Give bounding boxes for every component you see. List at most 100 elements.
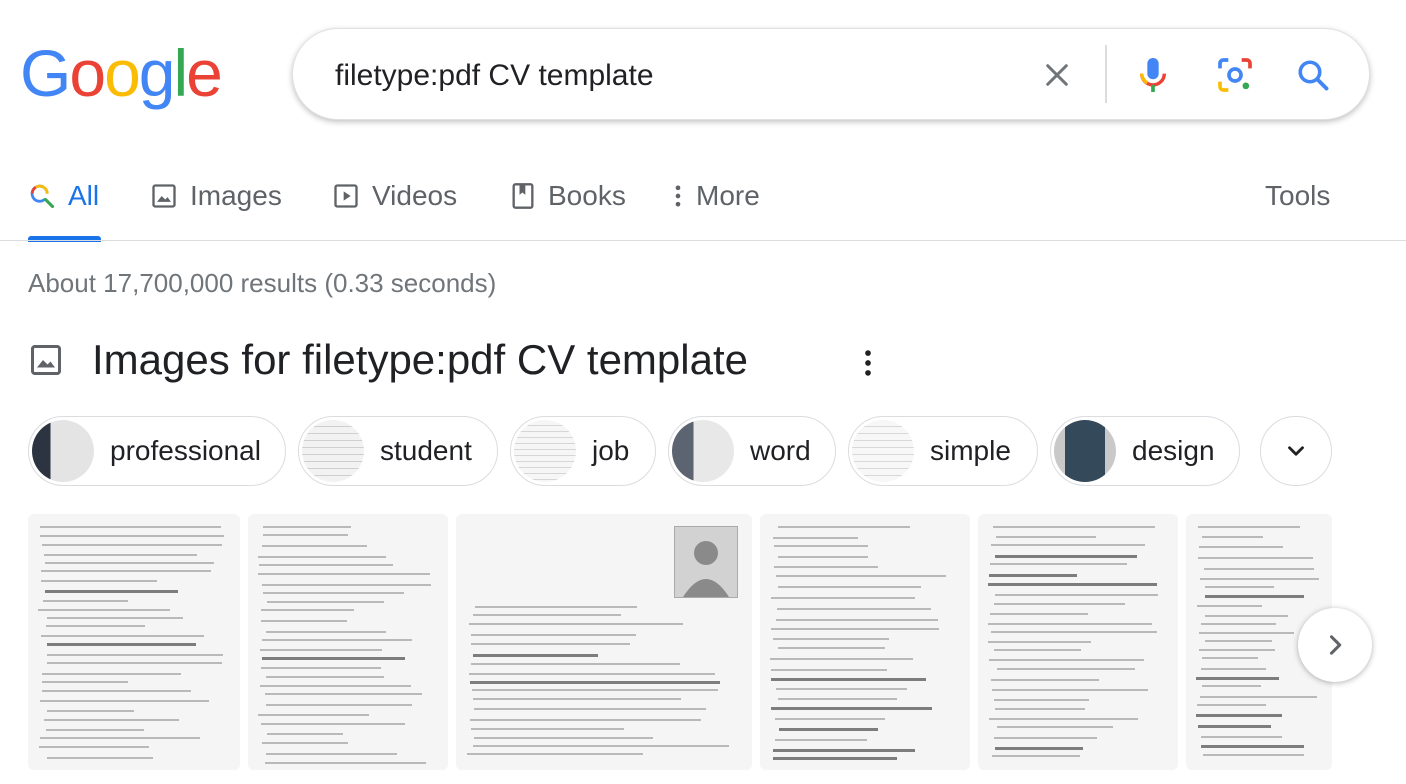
document-text-line xyxy=(467,753,643,755)
tab-videos[interactable]: Videos xyxy=(332,172,457,220)
document-text-line xyxy=(471,663,680,665)
image-result[interactable] xyxy=(978,514,1178,770)
document-text-line xyxy=(261,723,405,725)
active-tab-indicator xyxy=(28,236,101,242)
document-text-line xyxy=(267,601,384,603)
document-text-line xyxy=(38,609,170,611)
document-text-line xyxy=(262,657,405,660)
tab-all[interactable]: All xyxy=(28,172,99,220)
document-text-line xyxy=(778,526,910,528)
document-text-line xyxy=(988,641,1091,643)
document-text-line xyxy=(263,592,404,594)
document-text-line xyxy=(773,757,897,760)
document-text-line xyxy=(266,753,397,755)
images-section-menu-button[interactable] xyxy=(856,346,880,380)
document-text-line xyxy=(992,755,1080,757)
search-input[interactable] xyxy=(333,53,997,99)
document-text-line xyxy=(262,639,412,641)
play-icon xyxy=(334,184,358,208)
tab-images[interactable]: Images xyxy=(150,172,282,220)
document-text-line xyxy=(266,676,384,678)
image-icon xyxy=(31,345,61,375)
document-text-line xyxy=(994,737,1097,739)
chip-label: student xyxy=(380,435,472,466)
refine-chip-simple[interactable]: simple xyxy=(848,416,1038,486)
tools-button[interactable]: Tools xyxy=(1265,172,1330,220)
document-text-line xyxy=(40,737,200,739)
google-logo[interactable]: Google xyxy=(20,36,223,110)
document-text-line xyxy=(1205,640,1272,642)
refine-chip-job[interactable]: job xyxy=(510,416,656,486)
next-images-button[interactable] xyxy=(1298,608,1372,682)
document-text-line xyxy=(775,718,885,720)
document-text-line xyxy=(777,608,931,610)
refine-chip-design[interactable]: design xyxy=(1050,416,1240,486)
logo-letter: o xyxy=(69,36,106,110)
chip-thumbnail xyxy=(514,420,576,482)
document-text-line xyxy=(1201,668,1266,670)
document-text-line xyxy=(265,762,426,764)
document-text-line xyxy=(40,526,221,528)
image-result[interactable] xyxy=(456,514,752,770)
document-text-line xyxy=(475,606,637,608)
document-text-line xyxy=(989,718,1138,720)
search-icon xyxy=(1298,60,1329,91)
document-text-line xyxy=(1200,578,1319,580)
document-text-line xyxy=(267,733,343,735)
logo-letter: g xyxy=(138,36,176,110)
document-text-line xyxy=(41,580,157,582)
clear-search-button[interactable] xyxy=(1033,51,1081,99)
document-text-line xyxy=(771,669,887,671)
chip-thumbnail xyxy=(302,420,364,482)
logo-letter: G xyxy=(20,36,71,110)
document-text-line xyxy=(773,537,858,539)
voice-search-button[interactable] xyxy=(1129,51,1177,99)
document-text-line xyxy=(1200,696,1317,698)
refine-chip-word[interactable]: word xyxy=(668,416,836,486)
document-text-line xyxy=(263,526,351,528)
image-result[interactable] xyxy=(248,514,448,770)
result-stats: About 17,700,000 results (0.33 seconds) xyxy=(28,268,497,298)
document-text-line xyxy=(778,647,885,649)
refine-chip-professional[interactable]: professional xyxy=(28,416,286,486)
document-text-line xyxy=(1197,605,1262,607)
close-icon xyxy=(1046,64,1068,86)
document-text-line xyxy=(45,590,178,593)
document-text-line xyxy=(46,625,145,627)
document-text-line xyxy=(1199,546,1283,548)
document-text-line xyxy=(258,714,369,716)
tab-books[interactable]: Books xyxy=(510,172,626,220)
document-text-line xyxy=(771,678,926,681)
search-button[interactable] xyxy=(1289,51,1337,99)
document-text-line xyxy=(1201,623,1276,625)
chip-thumbnail xyxy=(1054,420,1116,482)
document-text-line xyxy=(46,729,144,731)
image-result[interactable] xyxy=(28,514,240,770)
search-icon xyxy=(30,184,55,209)
document-text-line xyxy=(997,668,1135,670)
lens-search-button[interactable] xyxy=(1211,51,1259,99)
image-result[interactable] xyxy=(760,514,970,770)
expand-chips-button[interactable] xyxy=(1260,416,1332,486)
document-text-line xyxy=(44,554,197,556)
document-text-line xyxy=(1202,657,1258,659)
tab-label: Images xyxy=(190,180,282,211)
camera-lens-icon xyxy=(1218,58,1252,92)
document-text-line xyxy=(1204,568,1314,570)
document-text-line xyxy=(1199,649,1275,651)
tab-label: Videos xyxy=(372,180,458,211)
document-text-line xyxy=(775,739,867,741)
document-text-line xyxy=(995,555,1137,558)
document-text-line xyxy=(41,570,211,572)
document-text-line xyxy=(263,534,348,536)
document-text-line xyxy=(40,535,224,537)
tab-more[interactable]: More xyxy=(672,172,760,220)
document-text-line xyxy=(40,700,209,702)
document-text-line xyxy=(262,742,348,744)
document-text-line xyxy=(47,662,222,664)
chip-label: professional xyxy=(110,435,261,466)
document-text-line xyxy=(773,749,915,752)
refine-chip-student[interactable]: student xyxy=(298,416,498,486)
document-text-line xyxy=(773,638,889,640)
document-text-line xyxy=(1196,714,1282,717)
